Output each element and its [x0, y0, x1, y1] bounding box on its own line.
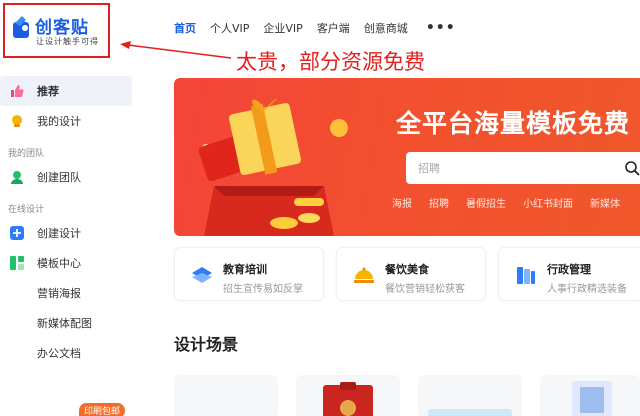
annotation-text: 太贵，部分资源免费: [236, 50, 425, 74]
section-online-design: 在线设计: [8, 204, 45, 215]
hot-tags: 海报 招聘 暑假招生 小红书封面 新媒体: [392, 195, 637, 210]
hot-tag[interactable]: 招聘: [429, 195, 449, 210]
sidebar-item-template-center[interactable]: 模板中心: [0, 248, 140, 278]
thumbs-up-icon: [10, 84, 24, 98]
nav-home[interactable]: 首页: [174, 20, 196, 36]
plus-icon: [10, 226, 24, 240]
print-badge: 印刷包邮: [79, 403, 126, 416]
logo-name: 创客贴: [35, 18, 89, 38]
category-title: 教育培训: [223, 263, 267, 276]
admin-icon: [517, 267, 535, 284]
sidebar-item-label: 办公文档: [37, 347, 81, 360]
template-icon: [10, 256, 24, 270]
category-subtitle: 招生宣传易如反掌: [223, 284, 303, 295]
search-placeholder: 招聘: [418, 162, 440, 175]
sidebar-item-new-media[interactable]: 新媒体配图: [0, 308, 140, 338]
sidebar-item-create-team[interactable]: 创建团队: [0, 162, 140, 192]
scene-thumbnail: [428, 409, 512, 416]
category-card-education[interactable]: 教育培训 招生宣传易如反掌: [174, 247, 324, 301]
sidebar-item-recommend[interactable]: 推荐: [0, 76, 132, 106]
education-icon: [192, 267, 212, 283]
hero-banner[interactable]: 全平台海量模板免费 招聘 海报 招聘 暑假招生 小红书封面 新媒体: [174, 78, 640, 236]
hot-tag[interactable]: 暑假招生: [466, 195, 506, 210]
category-subtitle: 人事行政精选装备: [547, 284, 627, 295]
hot-tag[interactable]: 新媒体: [590, 195, 620, 210]
sidebar-item-label: 创建团队: [37, 171, 81, 184]
scene-card[interactable]: [174, 375, 278, 416]
sidebar-item-label: 推荐: [37, 85, 59, 98]
nav-enterprise-vip[interactable]: 企业VIP: [263, 20, 302, 36]
banner-title: 全平台海量模板免费: [396, 109, 631, 138]
sidebar-item-label: 我的设计: [37, 115, 81, 128]
search-icon[interactable]: [624, 160, 640, 176]
logo-slogan: 让设计触手可得: [36, 37, 99, 46]
hot-tag[interactable]: 小红书封面: [523, 195, 573, 210]
nav-personal-vip[interactable]: 个人VIP: [210, 20, 249, 36]
sidebar-item-marketing-poster[interactable]: 营销海报: [0, 278, 140, 308]
scene-thumbnail: [572, 381, 612, 416]
medal-icon: [10, 114, 24, 128]
category-card-admin[interactable]: 行政管理 人事行政精选装备: [498, 247, 640, 301]
sidebar-item-label: 营销海报: [37, 287, 81, 300]
sidebar-item-label: 模板中心: [37, 257, 81, 270]
logo[interactable]: 创客贴 让设计触手可得: [3, 3, 110, 58]
sidebar-item-my-design[interactable]: 我的设计: [0, 106, 140, 136]
food-icon: [354, 267, 374, 283]
scene-card[interactable]: [418, 375, 522, 416]
sidebar-item-create-design[interactable]: 创建设计: [0, 218, 140, 248]
annotation-arrow: [120, 41, 232, 59]
section-title: 设计场景: [174, 335, 239, 354]
more-icon[interactable]: •••: [426, 20, 456, 36]
sidebar: 推荐 我的设计 我的团队 创建团队 在线设计 创建设计 模板中心 营销海报 新媒…: [0, 76, 140, 416]
sidebar-item-office-doc[interactable]: 办公文档: [0, 338, 140, 368]
nav-creative-mall[interactable]: 创意商城: [364, 20, 408, 36]
hot-tag[interactable]: 海报: [392, 195, 412, 210]
sidebar-item-label: 创建设计: [37, 227, 81, 240]
category-card-food[interactable]: 餐饮美食 餐饮营销轻松获客: [336, 247, 486, 301]
search-input[interactable]: 招聘: [406, 152, 640, 184]
sidebar-item-label: 新媒体配图: [37, 317, 92, 330]
team-icon: [10, 170, 24, 184]
category-title: 行政管理: [547, 263, 591, 276]
logo-mark-icon: [13, 16, 29, 38]
scene-card[interactable]: [296, 375, 400, 416]
top-nav: 首页 个人VIP 企业VIP 客户端 创意商城 •••: [174, 16, 456, 40]
gift-illustration: [198, 98, 348, 236]
scene-card[interactable]: [540, 375, 640, 416]
category-subtitle: 餐饮营销轻松获客: [385, 284, 465, 295]
scene-thumbnail: [323, 382, 373, 416]
section-my-team: 我的团队: [8, 148, 45, 159]
nav-client[interactable]: 客户端: [317, 20, 350, 36]
category-title: 餐饮美食: [385, 263, 429, 276]
